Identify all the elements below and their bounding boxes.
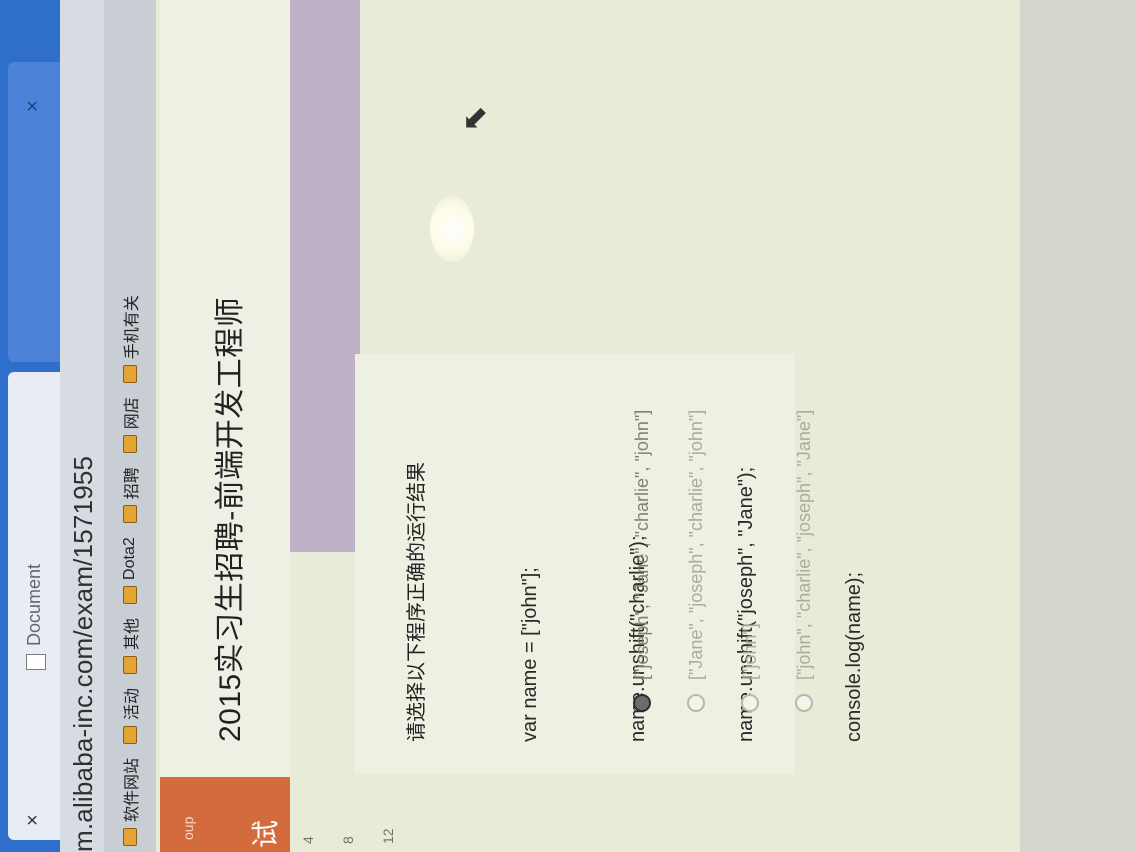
bookmark-item[interactable]: 网店 bbox=[118, 397, 142, 454]
page-title: 2015实习生招聘-前端开发工程师 bbox=[214, 296, 247, 742]
bookmark-item[interactable]: 招聘 bbox=[118, 467, 142, 524]
purple-divider bbox=[290, 0, 360, 552]
radio-icon[interactable] bbox=[687, 694, 705, 712]
side-big-text: 试 bbox=[250, 819, 281, 848]
bookmark-item[interactable]: 软件网站 bbox=[118, 758, 142, 846]
side-numbers: 4 8 12 bbox=[300, 777, 500, 852]
side-number: 8 bbox=[340, 836, 356, 844]
document-icon bbox=[26, 654, 46, 670]
answer-option[interactable]: ["joseph", "Jane", "charlie", "john"] bbox=[615, 410, 669, 712]
mouse-pointer-icon: ⬉ bbox=[456, 105, 492, 132]
side-small-text: oup bbox=[180, 816, 196, 840]
side-number: 4 bbox=[300, 836, 316, 844]
side-number: 12 bbox=[380, 828, 396, 844]
radio-icon[interactable] bbox=[795, 694, 813, 712]
side-orange-panel: oup 试 bbox=[160, 777, 290, 852]
bookmark-label: 手机有关 bbox=[124, 295, 141, 360]
answer-text: ["joseph", "Jane", "charlie", "john"] bbox=[631, 409, 652, 680]
tab-bar: × Document × bbox=[0, 0, 60, 852]
folder-icon bbox=[123, 505, 137, 524]
close-icon[interactable]: × bbox=[22, 100, 45, 112]
answer-text: ["Jane", "joseph", "charlie", "john"] bbox=[685, 409, 706, 680]
answer-option[interactable]: ["Jane", "joseph", "charlie", "john"] bbox=[669, 410, 723, 712]
screen-glare bbox=[430, 196, 474, 262]
folder-icon bbox=[123, 725, 137, 744]
tab-second[interactable]: × bbox=[8, 62, 60, 362]
code-line: var name = ["john"]; bbox=[519, 567, 541, 742]
question-prompt: 请选择以下程序正确的运行结果 bbox=[406, 462, 428, 742]
page-bottom-area bbox=[1020, 0, 1136, 852]
bookmarks-bar: 软件网站 活动 其他 Dota2 招聘 网店 手机有关 bbox=[104, 0, 156, 852]
bookmark-item[interactable]: 手机有关 bbox=[118, 295, 142, 384]
folder-icon bbox=[123, 365, 137, 384]
bookmark-label: 招聘 bbox=[124, 467, 141, 500]
bookmark-label: 网店 bbox=[124, 397, 141, 430]
answer-options: ["joseph", "Jane", "charlie", "john"] ["… bbox=[615, 410, 831, 712]
answer-option[interactable]: ["john"] bbox=[723, 410, 777, 712]
screen: × Document × m.alibaba-inc.com/exam/1571… bbox=[0, 0, 1136, 852]
answer-option[interactable]: ["john", "charlie", "joseph", "Jane"] bbox=[777, 410, 831, 712]
radio-icon[interactable] bbox=[741, 694, 759, 712]
radio-icon[interactable] bbox=[633, 694, 651, 712]
bookmark-label: 软件网站 bbox=[124, 757, 141, 822]
url-text[interactable]: m.alibaba-inc.com/exam/1571955 bbox=[68, 456, 99, 852]
folder-icon bbox=[123, 828, 137, 846]
bookmark-item[interactable]: 活动 bbox=[118, 688, 142, 744]
bookmark-label: 活动 bbox=[124, 687, 141, 720]
bookmark-item[interactable]: 其他 bbox=[118, 618, 142, 674]
bookmark-item[interactable]: Dota2 bbox=[121, 537, 139, 604]
tab-title: Document bbox=[24, 563, 44, 646]
folder-icon bbox=[123, 435, 137, 454]
folder-icon bbox=[123, 655, 137, 674]
code-line: console.log(name); bbox=[843, 571, 865, 742]
bookmark-label: Dota2 bbox=[121, 537, 138, 580]
bookmark-label: 其他 bbox=[124, 617, 141, 650]
answer-text: ["john", "charlie", "joseph", "Jane"] bbox=[793, 409, 814, 680]
address-bar[interactable]: m.alibaba-inc.com/exam/1571955 bbox=[60, 0, 104, 852]
close-icon[interactable]: × bbox=[22, 814, 45, 826]
folder-icon bbox=[123, 585, 137, 604]
answer-text: ["john"] bbox=[739, 623, 760, 680]
tab-document[interactable]: × Document bbox=[8, 372, 60, 840]
